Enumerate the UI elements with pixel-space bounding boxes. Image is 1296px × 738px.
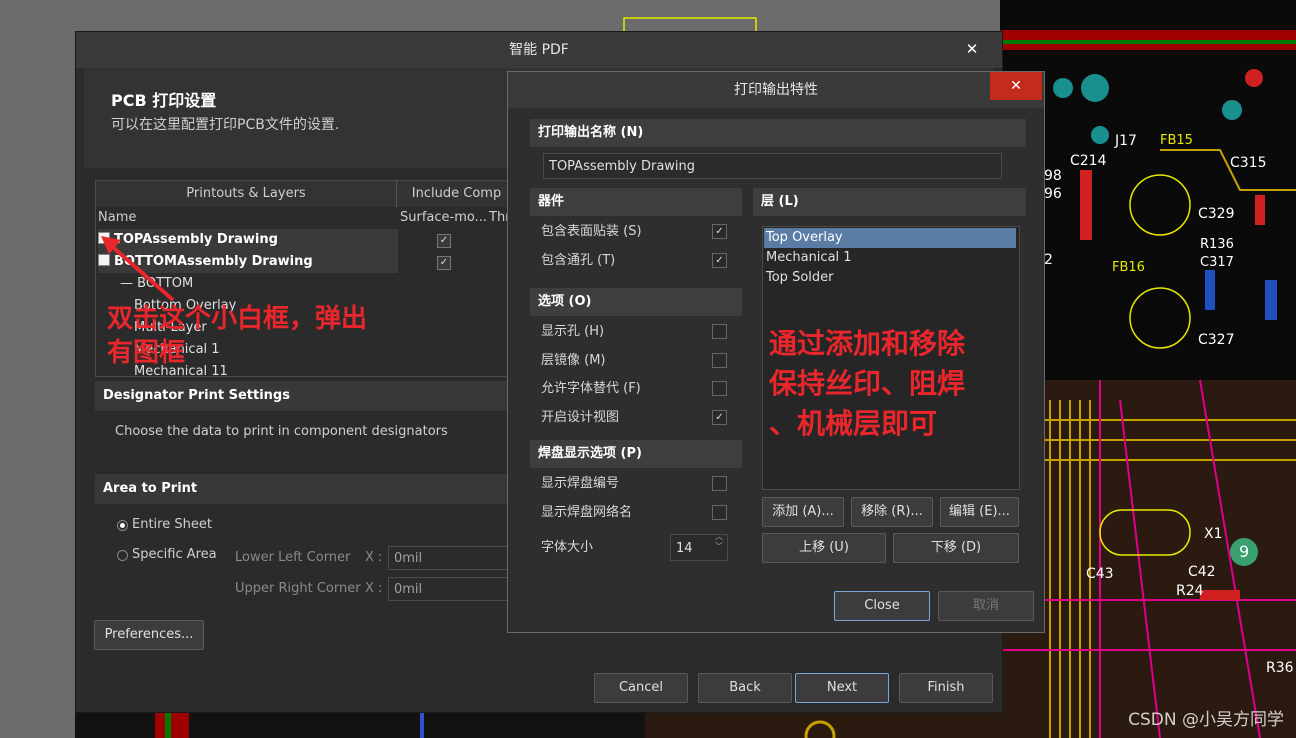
pcb-label: R136 bbox=[1200, 237, 1234, 252]
pad-nets-label[interactable]: 显示焊盘网络名 bbox=[541, 502, 632, 524]
preferences-button[interactable]: Preferences... bbox=[94, 620, 204, 650]
sub-dialog-title: 打印输出特性 bbox=[508, 72, 1044, 108]
design-view-label[interactable]: 开启设计视图 bbox=[541, 407, 619, 429]
pcb-label: R36 bbox=[1266, 660, 1294, 676]
components-section: 器件 bbox=[530, 188, 742, 216]
col-include-components[interactable]: Include Comp bbox=[397, 181, 516, 207]
entire-sheet-label[interactable]: Entire Sheet bbox=[132, 517, 212, 532]
print-name-input[interactable]: TOPAssembly Drawing bbox=[543, 153, 1002, 179]
show-holes-checkbox[interactable] bbox=[712, 324, 727, 339]
pcb-label: C329 bbox=[1198, 206, 1235, 222]
pcb-label: C214 bbox=[1070, 153, 1107, 169]
spinner-arrows-icon[interactable]: ︿ ﹀ bbox=[715, 532, 723, 552]
specific-area-label[interactable]: Specific Area bbox=[132, 547, 217, 562]
lower-left-x-input[interactable]: 0mil bbox=[388, 546, 508, 570]
include-smd-label[interactable]: 包含表面贴装 (S) bbox=[541, 221, 642, 243]
surface-mount-checkbox[interactable]: ✓ bbox=[437, 256, 451, 270]
add-layer-button[interactable]: 添加 (A)... bbox=[762, 497, 844, 527]
pcb-label: C317 bbox=[1200, 255, 1234, 270]
pcb-label: X1 bbox=[1204, 526, 1223, 542]
back-button[interactable]: Back bbox=[698, 673, 792, 703]
col-surface-mount[interactable]: Surface-mo... bbox=[400, 207, 487, 229]
pcb-label: 9 bbox=[1239, 542, 1250, 561]
move-down-button[interactable]: 下移 (D) bbox=[893, 533, 1019, 563]
annotation-arrow bbox=[101, 236, 175, 302]
lower-left-label: Lower Left Corner bbox=[235, 550, 351, 565]
col-printouts-layers[interactable]: Printouts & Layers bbox=[96, 181, 397, 207]
include-smd-checkbox[interactable]: ✓ bbox=[712, 224, 727, 239]
pcb-label: J17 bbox=[1115, 133, 1137, 149]
pcb-outline bbox=[623, 17, 757, 31]
annotation-line: 、机械层即可 bbox=[769, 407, 938, 440]
design-view-checkbox[interactable]: ✓ bbox=[712, 410, 727, 425]
options-section: 选项 (O) bbox=[530, 288, 742, 316]
font-size-value: 14 bbox=[676, 541, 693, 556]
close-icon[interactable]: ✕ bbox=[960, 36, 984, 62]
show-holes-label[interactable]: 显示孔 (H) bbox=[541, 321, 604, 343]
col-name[interactable]: Name bbox=[98, 207, 136, 229]
surface-mount-checkbox[interactable]: ✓ bbox=[437, 234, 451, 248]
cancel-button[interactable]: Cancel bbox=[594, 673, 688, 703]
pcb-label: R24 bbox=[1176, 583, 1204, 599]
annotation-text-right: 通过添加和移除 保持丝印、阻焊 、机械层即可 bbox=[769, 324, 965, 444]
list-item[interactable]: Mechanical 1 bbox=[764, 248, 1016, 268]
next-button[interactable]: Next bbox=[795, 673, 889, 703]
remove-layer-button[interactable]: 移除 (R)... bbox=[851, 497, 933, 527]
annotation-line: 保持丝印、阻焊 bbox=[769, 367, 966, 400]
pcb-strip bbox=[75, 710, 1000, 738]
designator-section-header: Designator Print Settings bbox=[95, 381, 515, 411]
pad-numbers-checkbox[interactable] bbox=[712, 476, 727, 491]
include-thru-label[interactable]: 包含通孔 (T) bbox=[541, 250, 615, 272]
header-subtitle: 可以在这里配置打印PCB文件的设置. bbox=[111, 117, 340, 133]
pcb-label: C42 bbox=[1188, 564, 1216, 580]
list-item[interactable]: Top Overlay bbox=[764, 228, 1016, 248]
pcb-label: FB15 bbox=[1160, 133, 1193, 148]
print-name-section: 打印输出名称 (N) bbox=[530, 119, 1026, 147]
font-substitution-label[interactable]: 允许字体替代 (F) bbox=[541, 378, 641, 400]
mirror-layers-checkbox[interactable] bbox=[712, 353, 727, 368]
watermark: CSDN @小吴方同学 bbox=[1128, 710, 1284, 730]
layers-section: 层 (L) bbox=[753, 188, 1026, 216]
upper-right-label: Upper Right Corner bbox=[235, 581, 361, 596]
entire-sheet-radio[interactable] bbox=[117, 520, 128, 531]
pcb-label: 98 bbox=[1044, 168, 1062, 184]
annotation-line: 双击这个小白框，弹出 bbox=[107, 304, 368, 334]
move-up-button[interactable]: 上移 (U) bbox=[762, 533, 886, 563]
pcb-label: 96 bbox=[1044, 186, 1062, 202]
pcb-label: FB16 bbox=[1112, 260, 1145, 275]
pad-options-section: 焊盘显示选项 (P) bbox=[530, 440, 742, 468]
font-size-spinner[interactable]: 14 ︿ ﹀ bbox=[670, 532, 728, 561]
pad-numbers-label[interactable]: 显示焊盘编号 bbox=[541, 473, 619, 495]
cancel-button[interactable]: 取消 bbox=[938, 591, 1034, 621]
pad-nets-checkbox[interactable] bbox=[712, 505, 727, 520]
pcb-label: C43 bbox=[1086, 566, 1114, 582]
include-thru-checkbox[interactable]: ✓ bbox=[712, 253, 727, 268]
list-item[interactable]: Top Solder bbox=[764, 268, 1016, 288]
close-button[interactable]: Close bbox=[834, 591, 930, 621]
lower-x-label: X : bbox=[365, 550, 383, 565]
pcb-label: C315 bbox=[1230, 155, 1267, 171]
header-title: PCB 打印设置 bbox=[111, 91, 217, 110]
edit-layer-button[interactable]: 编辑 (E)... bbox=[940, 497, 1019, 527]
font-size-label: 字体大小 bbox=[541, 540, 594, 555]
annotation-line: 通过添加和移除 bbox=[769, 327, 966, 360]
dialog-title: 智能 PDF bbox=[76, 32, 1002, 68]
finish-button[interactable]: Finish bbox=[899, 673, 993, 703]
specific-area-radio[interactable] bbox=[117, 550, 128, 561]
annotation-text-left: 双击这个小白框，弹出 有图框 bbox=[107, 302, 367, 370]
upper-x-label: X : bbox=[365, 581, 383, 596]
annotation-line: 有图框 bbox=[107, 338, 186, 368]
mirror-layers-label[interactable]: 层镜像 (M) bbox=[541, 350, 606, 372]
pcb-label: C327 bbox=[1198, 332, 1235, 348]
designator-description: Choose the data to print in component de… bbox=[115, 424, 448, 439]
font-substitution-checkbox[interactable] bbox=[712, 381, 727, 396]
pcb-label: 2 bbox=[1044, 252, 1053, 268]
area-section-header: Area to Print bbox=[95, 474, 515, 504]
close-icon[interactable]: ✕ bbox=[990, 72, 1042, 100]
upper-right-x-input[interactable]: 0mil bbox=[388, 577, 508, 601]
